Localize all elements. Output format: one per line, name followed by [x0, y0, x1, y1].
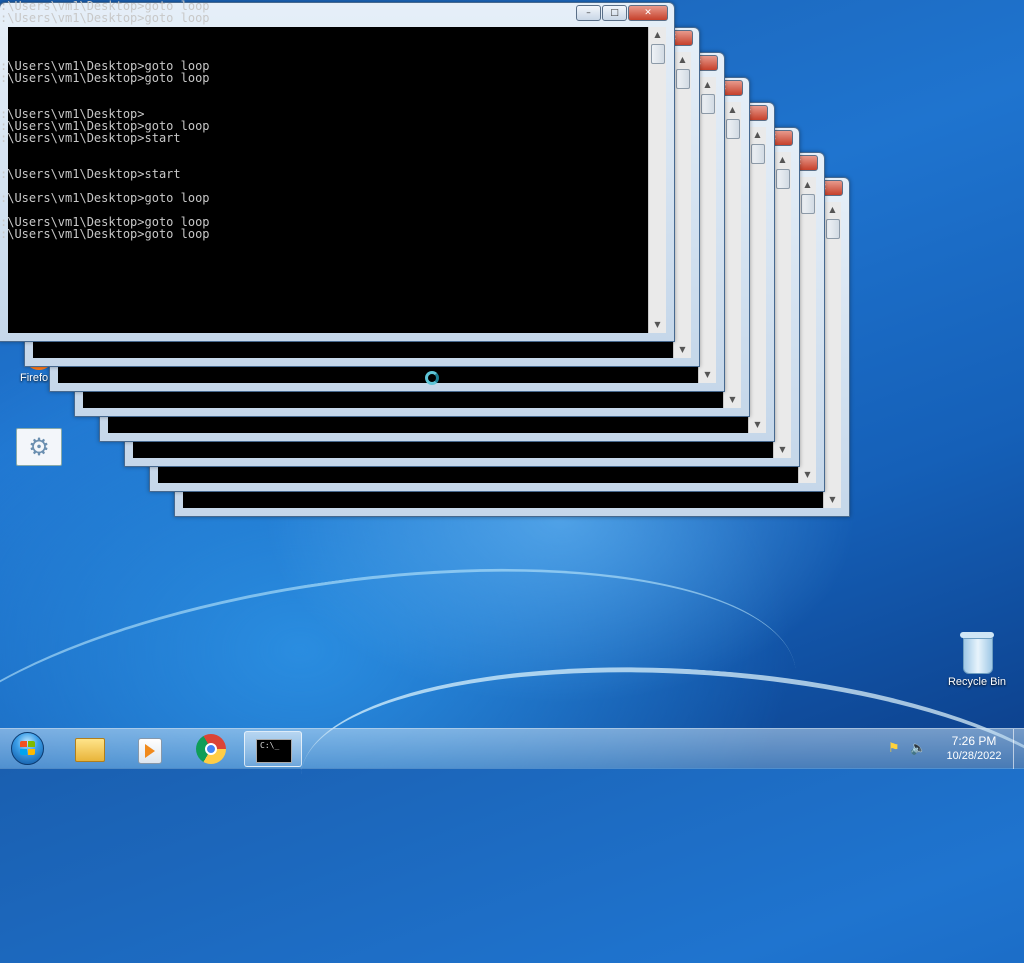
scroll-down-icon[interactable]: ▼ — [699, 367, 716, 383]
scroll-up-icon[interactable]: ▲ — [674, 52, 691, 68]
vertical-scrollbar[interactable]: ▲ ▼ — [773, 152, 791, 458]
taskbar: C:\_ ⚑ 🔈 7:26 PM 10/28/2022 — [0, 728, 1024, 769]
gear-icon: ⚙ — [28, 433, 50, 461]
desktop-icon-settings[interactable]: ⚙ — [16, 428, 62, 466]
scroll-up-icon[interactable]: ▲ — [774, 152, 791, 168]
console-output: :\Users\vm1\Desktop>goto loop :\Users\vm… — [0, 0, 210, 241]
scroll-thumb[interactable] — [801, 194, 815, 214]
chrome-icon — [196, 734, 226, 764]
scroll-down-icon[interactable]: ▼ — [674, 342, 691, 358]
windows-logo-icon — [20, 741, 35, 755]
volume-icon[interactable]: 🔈 — [910, 741, 926, 757]
scroll-down-icon[interactable]: ▼ — [774, 442, 791, 458]
media-player-icon — [138, 738, 162, 764]
show-desktop-button[interactable] — [1013, 729, 1024, 769]
action-center-flag-icon[interactable]: ⚑ — [888, 741, 902, 757]
vertical-scrollbar[interactable]: ▲ ▼ — [748, 127, 766, 433]
scroll-down-icon[interactable]: ▼ — [799, 467, 816, 483]
scroll-thumb[interactable] — [701, 94, 715, 114]
busy-cursor-icon — [425, 371, 439, 385]
vertical-scrollbar[interactable]: ▲ ▼ — [673, 52, 691, 358]
scroll-thumb[interactable] — [776, 169, 790, 189]
close-button[interactable]: ✕ — [628, 5, 668, 21]
clock-date: 10/28/2022 — [946, 750, 1002, 762]
recycle-bin-icon — [960, 630, 994, 674]
scroll-up-icon[interactable]: ▲ — [824, 202, 841, 218]
scroll-up-icon[interactable]: ▲ — [649, 27, 666, 43]
vertical-scrollbar[interactable]: ▲ ▼ — [723, 102, 741, 408]
clock-time: 7:26 PM — [951, 734, 997, 748]
maximize-button[interactable]: □ — [602, 5, 627, 21]
file-explorer-icon — [75, 738, 105, 762]
vertical-scrollbar[interactable]: ▲ ▼ — [823, 202, 841, 508]
scroll-thumb[interactable] — [751, 144, 765, 164]
scroll-thumb[interactable] — [826, 219, 840, 239]
scroll-up-icon[interactable]: ▲ — [724, 102, 741, 118]
scroll-thumb[interactable] — [676, 69, 690, 89]
minimize-button[interactable]: – — [576, 5, 601, 21]
scroll-thumb[interactable] — [651, 44, 665, 64]
clock[interactable]: 7:26 PM 10/28/2022 — [936, 734, 1012, 764]
scroll-down-icon[interactable]: ▼ — [824, 492, 841, 508]
vertical-scrollbar[interactable]: ▲ ▼ — [698, 77, 716, 383]
cmd-thumb-text: C:\_ — [260, 741, 280, 750]
scroll-down-icon[interactable]: ▼ — [749, 417, 766, 433]
scroll-down-icon[interactable]: ▼ — [649, 317, 666, 333]
scroll-up-icon[interactable]: ▲ — [699, 77, 716, 93]
start-button[interactable] — [4, 729, 50, 769]
system-tray: ⚑ 🔈 7:26 PM 10/28/2022 — [884, 729, 1024, 769]
scroll-up-icon[interactable]: ▲ — [799, 177, 816, 193]
desktop-icon-label: Recycle Bin — [947, 676, 1007, 688]
desktop-icon-recycle-bin[interactable]: Recycle Bin — [942, 630, 1012, 688]
taskbar-media-player-button[interactable] — [122, 731, 176, 767]
vertical-scrollbar[interactable]: ▲ ▼ — [648, 27, 666, 333]
taskbar-explorer-button[interactable] — [62, 731, 116, 767]
scroll-down-icon[interactable]: ▼ — [724, 392, 741, 408]
command-prompt-icon: C:\_ — [256, 739, 292, 763]
vertical-scrollbar[interactable]: ▲ ▼ — [798, 177, 816, 483]
taskbar-chrome-button[interactable] — [184, 731, 238, 767]
scroll-up-icon[interactable]: ▲ — [749, 127, 766, 143]
taskbar-cmd-button[interactable]: C:\_ — [244, 731, 302, 767]
scroll-thumb[interactable] — [726, 119, 740, 139]
